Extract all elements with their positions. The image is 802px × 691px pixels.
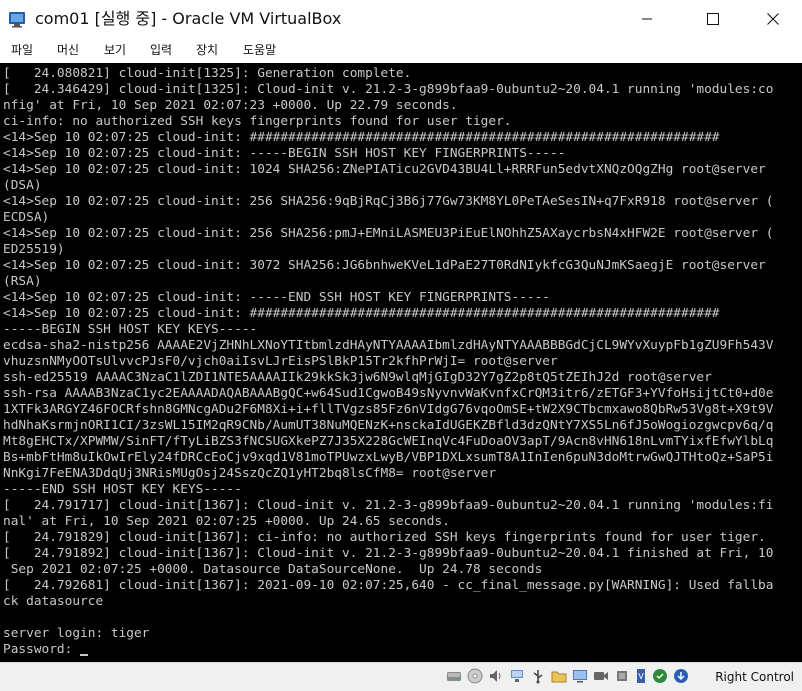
window-title: com01 [실행 중] - Oracle VM VirtualBox — [35, 9, 342, 28]
console-line: <14>Sep 10 02:07:25 cloud-init: 1024 SHA… — [3, 162, 766, 177]
console-line: NnKgi7FeENA3DdqUj3NRisMUgOsj24SszQcZQ1yH… — [3, 466, 497, 481]
menu-help[interactable]: 도움말 — [243, 42, 276, 58]
text-cursor — [80, 654, 89, 656]
vm-console-screen[interactable]: [ 24.080821] cloud-init[1325]: Generatio… — [0, 63, 802, 662]
password-prompt: Password: — [3, 642, 81, 657]
console-output: [ 24.080821] cloud-init[1325]: Generatio… — [3, 66, 773, 658]
console-line: [ 24.346429] cloud-init[1325]: Cloud-ini… — [3, 82, 774, 97]
svg-text:V: V — [638, 672, 644, 681]
console-line: ssh-ed25519 AAAAC3NzaC1lZDI1NTE5AAAAIIk2… — [3, 370, 712, 385]
console-line: [ 24.791829] cloud-init[1367]: ci-info: … — [3, 530, 766, 545]
menu-input[interactable]: 입력 — [150, 42, 172, 58]
network-icon[interactable] — [509, 668, 525, 684]
menu-devices[interactable]: 장치 — [196, 42, 218, 58]
close-icon — [767, 13, 779, 25]
keyboard-capture-icon[interactable] — [673, 668, 689, 684]
usb-icon[interactable] — [530, 668, 546, 684]
console-line: vhuzsnNMyOOTsUlvvcPJsF0/vjch0aiIsvLJrEis… — [3, 354, 558, 369]
optical-disk-icon[interactable] — [467, 668, 483, 684]
console-line: <14>Sep 10 02:07:25 cloud-init: -----END… — [3, 290, 551, 305]
console-line: Sep 2021 02:07:25 +0000. Datasource Data… — [3, 562, 543, 577]
console-line: nal' at Fri, 10 Sep 2021 02:07:25 +0000.… — [3, 514, 450, 529]
console-line: server login: tiger — [3, 626, 150, 641]
console-line: -----BEGIN SSH HOST KEY KEYS----- — [3, 322, 258, 337]
console-line: (RSA) — [3, 274, 42, 289]
hard-disk-icon[interactable] — [446, 668, 462, 684]
console-line: <14>Sep 10 02:07:25 cloud-init: 3072 SHA… — [3, 258, 766, 273]
audio-icon[interactable] — [488, 668, 504, 684]
console-line: [ 24.080821] cloud-init[1325]: Generatio… — [3, 66, 412, 81]
console-line: ECDSA) — [3, 210, 50, 225]
console-line: ED25519) — [3, 242, 65, 257]
console-line: <14>Sep 10 02:07:25 cloud-init: 256 SHA2… — [3, 226, 774, 241]
host-key-label[interactable]: Right Control — [715, 669, 794, 685]
status-bar: V Right Control — [0, 662, 802, 691]
console-line: ssh-rsa AAAAB3NzaC1yc2EAAAADAQABAAABgQC+… — [3, 386, 774, 401]
console-line: <14>Sep 10 02:07:25 cloud-init: ########… — [3, 130, 720, 145]
vt-x-icon[interactable]: V — [633, 668, 649, 684]
console-line: 1XTFk3ARGYZ46FOCRfshn8GMNcgADu2F6M8Xi+i+… — [3, 402, 774, 417]
cpu-icon[interactable] — [614, 668, 630, 684]
minimize-icon — [642, 18, 652, 20]
menu-bar: 파일 머신 보기 입력 장치 도움말 — [0, 38, 802, 62]
password-prompt-line[interactable]: Password: — [3, 642, 773, 658]
menu-file[interactable]: 파일 — [11, 42, 33, 58]
console-line: -----END SSH HOST KEY KEYS----- — [3, 482, 242, 497]
maximize-button[interactable] — [690, 0, 736, 38]
title-bar[interactable]: com01 [실행 중] - Oracle VM VirtualBox — [0, 0, 802, 38]
display-icon[interactable] — [572, 668, 588, 684]
console-line: hdNhaKsrmjnORI1CI/3zsWL15IM2qR9CNb/AumUT… — [3, 418, 774, 433]
console-line: (DSA) — [3, 178, 42, 193]
console-line: <14>Sep 10 02:07:25 cloud-init: ########… — [3, 306, 720, 321]
console-line: Mt8gEHCTx/XPWMW/SinFT/fTyLiBZS3fNCSUGXke… — [3, 434, 774, 449]
console-line: ck datasource — [3, 594, 104, 609]
virtualbox-app-icon — [9, 12, 25, 28]
menu-machine[interactable]: 머신 — [57, 42, 79, 58]
maximize-icon — [707, 13, 719, 25]
menu-view[interactable]: 보기 — [104, 42, 126, 58]
close-button[interactable] — [750, 0, 796, 38]
video-capture-icon[interactable] — [593, 668, 609, 684]
console-line: [ 24.791717] cloud-init[1367]: Cloud-ini… — [3, 498, 774, 513]
console-line: Bs+mbFtHm8uIkOwIrEly24fDRCcEoCjv9xqd1V81… — [3, 450, 774, 465]
console-line: <14>Sep 10 02:07:25 cloud-init: -----BEG… — [3, 146, 566, 161]
console-line: [ 24.792681] cloud-init[1367]: 2021-09-1… — [3, 578, 774, 593]
mouse-integration-icon[interactable] — [652, 668, 668, 684]
minimize-button[interactable] — [624, 0, 670, 38]
console-line: [ 24.791892] cloud-init[1367]: Cloud-ini… — [3, 546, 774, 561]
console-line: ecdsa-sha2-nistp256 AAAAE2VjZHNhLXNoYTIt… — [3, 338, 774, 353]
console-line: <14>Sep 10 02:07:25 cloud-init: 256 SHA2… — [3, 194, 774, 209]
console-line: ci-info: no authorized SSH keys fingerpr… — [3, 114, 512, 129]
shared-folders-icon[interactable] — [551, 668, 567, 684]
console-line: nfig' at Fri, 10 Sep 2021 02:07:23 +0000… — [3, 98, 458, 113]
